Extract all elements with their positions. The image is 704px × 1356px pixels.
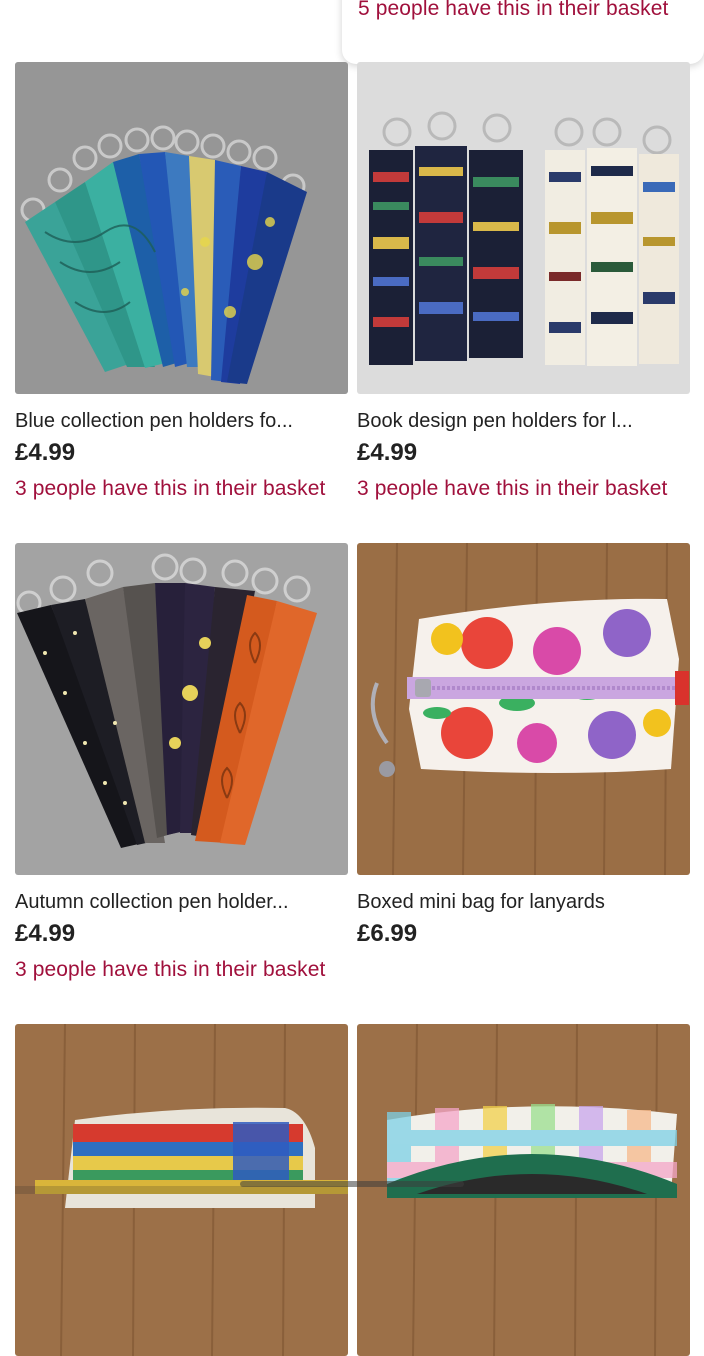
listing-image[interactable] [357,543,690,875]
listing-image[interactable] [357,1024,690,1356]
book-zip-pouch-photo [15,1024,348,1356]
listing-price: £6.99 [357,920,418,947]
basket-note: 3 people have this in their basket [15,958,326,981]
blue-pen-holders-photo [15,62,348,394]
listing-price: £4.99 [15,439,76,466]
basket-note: 3 people have this in their basket [357,477,668,500]
boxed-mini-bag-photo [357,543,690,875]
listing-image[interactable] [15,62,348,394]
listing-title[interactable]: Autumn collection pen holder... [15,889,348,915]
listing-image[interactable] [15,1024,348,1356]
listing-card-book-pen-holders[interactable]: Book design pen holders for l... £4.99 3… [357,62,690,503]
listing-card-autumn-pen-holders[interactable]: Autumn collection pen holder... £4.99 3 … [15,543,348,984]
listing-price: £4.99 [15,920,76,947]
listing-card-partial-left[interactable] [15,1024,348,1356]
listing-card-blue-pen-holders[interactable]: Blue collection pen holders fo... £4.99 … [15,62,348,503]
listing-title[interactable]: Boxed mini bag for lanyards [357,889,690,915]
listing-image[interactable] [15,543,348,875]
listing-card-partial-right[interactable] [357,1024,690,1356]
basket-note: 3 people have this in their basket [15,477,326,500]
autumn-pen-holders-photo [15,543,348,875]
book-pen-holders-photo [357,62,690,394]
basket-note: 5 people have this in their basket [358,0,669,20]
listing-title[interactable]: Blue collection pen holders fo... [15,408,348,434]
listing-price: £4.99 [357,439,418,466]
gingham-zip-pouch-photo [357,1024,690,1356]
listing-title[interactable]: Book design pen holders for l... [357,408,690,434]
listing-card-boxed-mini-bag[interactable]: Boxed mini bag for lanyards £6.99 [357,543,690,949]
scroll-indicator [240,1181,464,1187]
previous-listing-card[interactable]: 5 people have this in their basket [342,0,704,64]
listing-image[interactable] [357,62,690,394]
